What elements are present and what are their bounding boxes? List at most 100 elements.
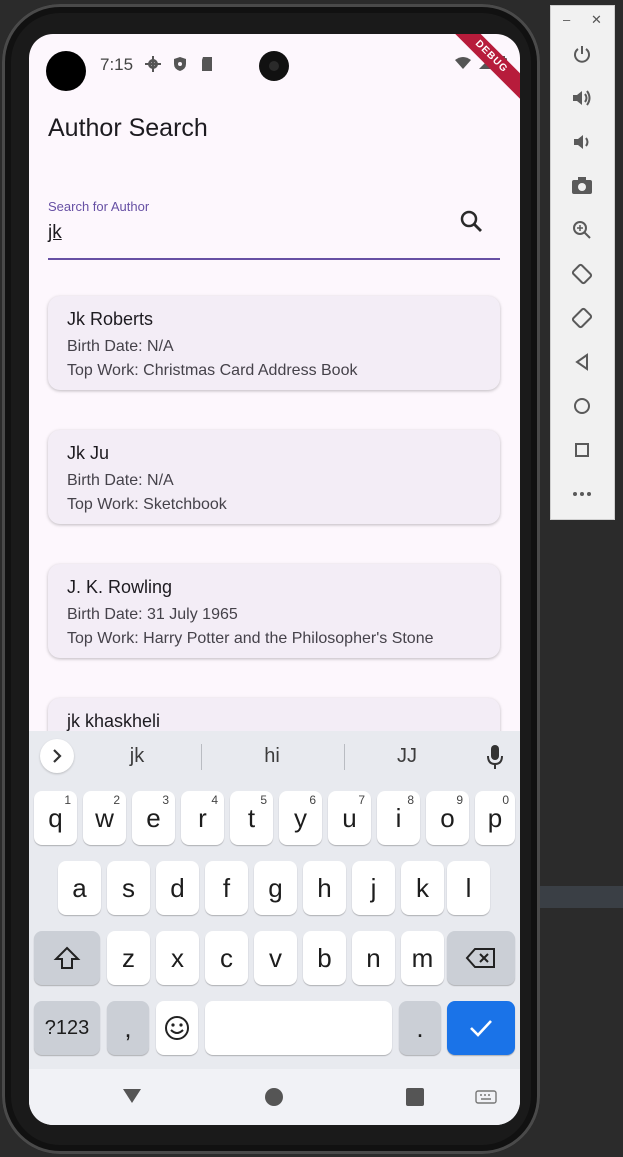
comma-key[interactable]: , bbox=[107, 1001, 149, 1055]
key-c[interactable]: c bbox=[205, 931, 248, 985]
key-label: s bbox=[122, 872, 135, 903]
key-label: f bbox=[222, 872, 231, 903]
key-q[interactable]: q1 bbox=[34, 791, 77, 845]
expand-toolbar-button[interactable] bbox=[40, 739, 74, 773]
home-icon[interactable] bbox=[264, 1087, 284, 1107]
phone-frame: 7:15 DEBUG Author Search Search for Auth… bbox=[2, 4, 540, 1154]
key-label: k bbox=[416, 872, 429, 903]
home-icon[interactable] bbox=[571, 395, 593, 417]
key-s[interactable]: s bbox=[107, 861, 150, 915]
zoom-icon[interactable] bbox=[571, 219, 593, 241]
key-label: m bbox=[411, 942, 434, 973]
author-card[interactable]: Jk Roberts Birth Date: N/A Top Work: Chr… bbox=[48, 296, 500, 390]
key-r[interactable]: r4 bbox=[181, 791, 224, 845]
author-birth-date: Birth Date: N/A bbox=[67, 472, 174, 489]
key-i[interactable]: i8 bbox=[377, 791, 420, 845]
divider bbox=[201, 744, 202, 770]
key-hint: 3 bbox=[162, 793, 169, 807]
keyboard-switch-icon[interactable] bbox=[475, 1090, 497, 1104]
author-card[interactable]: J. K. Rowling Birth Date: 31 July 1965 T… bbox=[48, 564, 500, 658]
key-n[interactable]: n bbox=[352, 931, 395, 985]
suggestion[interactable]: jk bbox=[87, 745, 187, 768]
key-p[interactable]: p0 bbox=[475, 791, 515, 845]
key-j[interactable]: j bbox=[352, 861, 395, 915]
period-key[interactable]: . bbox=[399, 1001, 441, 1055]
navigation-bar bbox=[29, 1069, 520, 1125]
overview-icon[interactable] bbox=[405, 1087, 425, 1107]
close-icon[interactable]: ✕ bbox=[591, 12, 602, 28]
rotate-left-icon[interactable] bbox=[571, 263, 593, 285]
key-label: a bbox=[72, 872, 87, 903]
key-b[interactable]: b bbox=[303, 931, 346, 985]
author-name: jk khaskheli bbox=[67, 711, 161, 731]
symbols-key[interactable]: ?123 bbox=[34, 1001, 100, 1055]
avatar bbox=[46, 51, 86, 91]
overview-icon[interactable] bbox=[571, 439, 593, 461]
search-input[interactable]: jk bbox=[48, 222, 62, 244]
suggestion[interactable]: hi bbox=[222, 745, 322, 768]
key-z[interactable]: z bbox=[107, 931, 150, 985]
search-icon[interactable] bbox=[458, 208, 486, 236]
key-w[interactable]: w2 bbox=[83, 791, 126, 845]
key-a[interactable]: a bbox=[58, 861, 101, 915]
emoji-key[interactable] bbox=[156, 1001, 198, 1055]
camera-cutout bbox=[259, 51, 289, 81]
key-y[interactable]: y6 bbox=[279, 791, 322, 845]
status-bar: 7:15 DEBUG bbox=[29, 34, 520, 103]
divider bbox=[344, 744, 345, 770]
wifi-icon bbox=[455, 57, 471, 69]
key-hint: 4 bbox=[211, 793, 218, 807]
author-top-work: Top Work: Sketchbook bbox=[67, 496, 227, 513]
desktop-backdrop bbox=[540, 886, 623, 908]
key-m[interactable]: m bbox=[401, 931, 444, 985]
suggestion[interactable]: JJ bbox=[357, 745, 457, 768]
back-icon[interactable] bbox=[121, 1087, 143, 1105]
volume-down-icon[interactable] bbox=[571, 131, 593, 153]
key-e[interactable]: e3 bbox=[132, 791, 175, 845]
key-hint: 6 bbox=[309, 793, 316, 807]
key-x[interactable]: x bbox=[156, 931, 199, 985]
key-v[interactable]: v bbox=[254, 931, 297, 985]
space-key[interactable] bbox=[205, 1001, 392, 1055]
author-card[interactable]: Jk Ju Birth Date: N/A Top Work: Sketchbo… bbox=[48, 430, 500, 524]
more-icon[interactable] bbox=[571, 483, 593, 505]
key-label: j bbox=[370, 872, 377, 903]
rotate-right-icon[interactable] bbox=[571, 307, 593, 329]
key-label: q bbox=[48, 802, 63, 833]
power-icon[interactable] bbox=[571, 43, 593, 65]
key-label: n bbox=[366, 942, 381, 973]
key-hint: 1 bbox=[64, 793, 71, 807]
volume-up-icon[interactable] bbox=[571, 87, 593, 109]
key-g[interactable]: g bbox=[254, 861, 297, 915]
soft-keyboard: jk hi JJ q1 w2 e3 r4 t5 y6 u7 i8 o9 p0 a… bbox=[29, 731, 520, 1069]
key-hint: 8 bbox=[407, 793, 414, 807]
key-label: . bbox=[416, 1012, 424, 1043]
key-d[interactable]: d bbox=[156, 861, 199, 915]
emulator-toolbar: – ✕ bbox=[550, 5, 615, 520]
key-l[interactable]: l bbox=[447, 861, 490, 915]
key-t[interactable]: t5 bbox=[230, 791, 273, 845]
key-label: y bbox=[294, 802, 307, 833]
microphone-icon[interactable] bbox=[485, 743, 505, 771]
key-k[interactable]: k bbox=[401, 861, 444, 915]
enter-key[interactable] bbox=[447, 1001, 515, 1055]
back-icon[interactable] bbox=[571, 351, 593, 373]
shift-key[interactable] bbox=[34, 931, 100, 985]
minimize-icon[interactable]: – bbox=[563, 12, 570, 27]
key-f[interactable]: f bbox=[205, 861, 248, 915]
status-time: 7:15 bbox=[100, 55, 134, 74]
suggestion-bar: jk hi JJ bbox=[29, 731, 520, 785]
search-label: Search for Author bbox=[48, 199, 150, 214]
author-top-work: Top Work: Harry Potter and the Philosoph… bbox=[67, 630, 434, 647]
search-field[interactable]: Search for Author jk bbox=[48, 194, 500, 260]
key-label: h bbox=[317, 872, 332, 903]
key-label: ?123 bbox=[44, 1016, 90, 1039]
key-hint: 2 bbox=[113, 793, 120, 807]
author-birth-date: Birth Date: 31 July 1965 bbox=[67, 606, 238, 623]
backspace-key[interactable] bbox=[447, 931, 515, 985]
key-label: x bbox=[171, 942, 184, 973]
camera-icon[interactable] bbox=[571, 175, 593, 197]
key-o[interactable]: o9 bbox=[426, 791, 469, 845]
key-h[interactable]: h bbox=[303, 861, 346, 915]
key-u[interactable]: u7 bbox=[328, 791, 371, 845]
